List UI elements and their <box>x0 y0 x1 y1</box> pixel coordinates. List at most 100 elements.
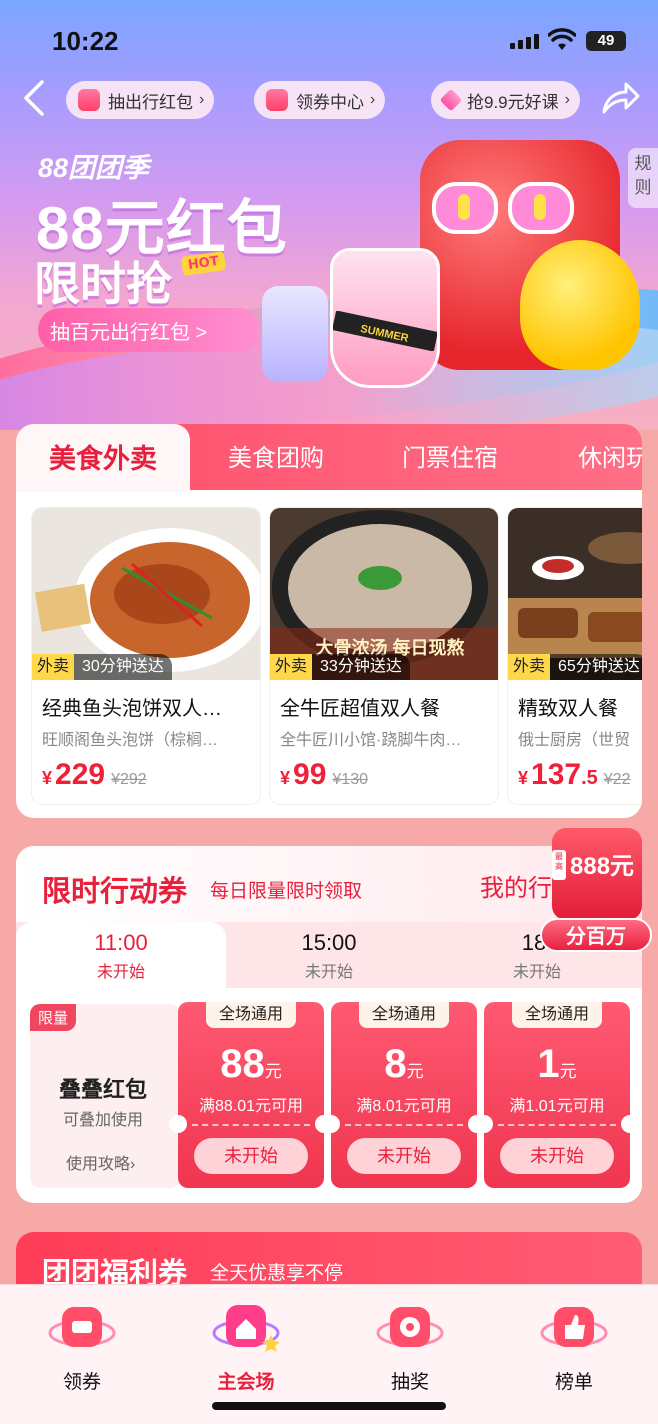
tab-lottery[interactable]: 抽奖 <box>360 1295 460 1394</box>
dish-name: 全牛匠超值双人餐 <box>280 698 440 720</box>
tab-food-group[interactable]: 美食团购 <box>228 424 324 490</box>
coupon-amount: 8元 <box>331 1042 477 1087</box>
diamond-icon <box>439 88 463 112</box>
tab-label: 领券 <box>62 1372 101 1393</box>
slot-time: 11:00 <box>94 930 148 955</box>
tab-ranking[interactable]: 榜单 <box>524 1295 624 1394</box>
delivery-type: 外卖 <box>508 654 551 680</box>
limited-badge: 限量 <box>30 1004 77 1031</box>
ticket-notch <box>169 1115 187 1133</box>
delivery-tag: 外卖 65分钟送达 <box>508 654 642 680</box>
slot-status: 未开始 <box>512 964 561 981</box>
delivery-time: 30分钟送达 <box>74 654 172 680</box>
coupon-ticket: 全场通用 1元 满1.01元可用 未开始 <box>475 1002 639 1188</box>
tab-label: 榜单 <box>554 1372 593 1393</box>
summer-ribbon: SUMMER <box>333 311 437 351</box>
chip-course-deal[interactable]: 抢9.9元好课 › <box>431 81 580 119</box>
currency: ¥ <box>518 768 529 788</box>
food-card[interactable]: 外卖 65分钟送达 精致双人餐 俄士厨房（世贸 ¥ 137 .5 ¥22 <box>508 508 642 804</box>
tab-get-coupons[interactable]: 领券 <box>32 1295 132 1394</box>
rules-tab[interactable]: 规则 <box>628 148 658 208</box>
coupon-condition: 满1.01元可用 <box>509 1098 605 1115</box>
coupon-scope-badge: 全场通用 <box>359 1002 449 1028</box>
split-million-button[interactable]: 分百万 <box>540 918 652 952</box>
chip-coupon-center[interactable]: 领券中心 › <box>254 81 386 119</box>
ticket-divider <box>498 1124 616 1126</box>
robot-illustration <box>262 286 328 382</box>
coupon-condition: 满8.01元可用 <box>356 1098 452 1115</box>
back-arrow-icon[interactable] <box>18 78 52 118</box>
amount-value: 1 <box>537 1042 560 1086</box>
slot-time: 15:00 <box>301 930 357 955</box>
original-price: ¥130 <box>332 771 368 788</box>
price-value: 229 <box>55 758 106 791</box>
time-slot[interactable]: 15:00 未开始 <box>224 922 434 988</box>
chevron-right-icon: › <box>199 91 205 108</box>
tab-label: 抽奖 <box>390 1372 429 1393</box>
not-started-button[interactable]: 未开始 <box>500 1138 614 1174</box>
tab-tickets-hotel[interactable]: 门票住宿 <box>402 424 498 490</box>
drink-cup-illustration: SUMMER <box>330 248 440 388</box>
coupon-amount: 1元 <box>484 1042 630 1087</box>
yellow-mascot-illustration <box>520 240 640 370</box>
max-badge: 最高 <box>552 850 566 880</box>
time-slot[interactable]: 11:00 未开始 <box>16 922 226 988</box>
price-value: 99 <box>293 758 327 791</box>
amount-value: 8 <box>384 1042 407 1086</box>
ticket-notch <box>475 1115 493 1133</box>
price-decimal: .5 <box>581 767 598 789</box>
shop-name: 俄士厨房（世贸 <box>518 732 631 749</box>
floating-redpacket-widget[interactable]: 最高 888元 分百万 <box>540 828 652 954</box>
cellular-signal-icon <box>510 34 539 49</box>
delivery-tag: 外卖 33分钟送达 <box>270 654 410 680</box>
slot-status: 未开始 <box>96 964 145 981</box>
usage-guide-link[interactable]: 使用攻略› <box>66 1150 135 1174</box>
tab-food-delivery[interactable]: 美食外卖 <box>16 424 190 492</box>
coupon-tab-icon <box>48 1307 116 1347</box>
coupon-title: 限时行动券 <box>42 876 188 908</box>
delivery-time: 65分钟送达 <box>550 654 642 680</box>
chip-label: 抢9.9元好课 <box>467 92 559 112</box>
coupon-scope-badge: 全场通用 <box>512 1002 602 1028</box>
tab-leisure[interactable]: 休闲玩 <box>578 424 642 490</box>
chevron-right-icon: › <box>564 91 570 108</box>
welfare-subtitle: 全天优惠享不停 <box>210 1263 344 1284</box>
share-icon[interactable] <box>600 80 640 116</box>
slot-status: 未开始 <box>304 964 353 981</box>
wifi-icon <box>548 28 576 50</box>
rules-label: 规则 <box>634 154 652 197</box>
mascot-glasses-illustration <box>432 182 574 234</box>
thumbs-up-tab-icon <box>540 1307 608 1347</box>
amount-value: 88 <box>220 1042 265 1086</box>
shop-name: 旺顺阁鱼头泡饼（棕榈… <box>42 732 219 749</box>
dish-name: 精致双人餐 <box>518 698 618 720</box>
food-card[interactable]: 大骨浓汤 每日现熬 外卖 33分钟送达 全牛匠超值双人餐 全牛匠川小馆·跷脚牛肉… <box>270 508 498 804</box>
coupon-scope-badge: 全场通用 <box>206 1002 296 1028</box>
tab-label: 主会场 <box>217 1372 275 1393</box>
price: ¥ 137 .5 ¥22 <box>518 758 630 792</box>
currency: ¥ <box>42 768 53 788</box>
food-card[interactable]: 外卖 30分钟送达 经典鱼头泡饼双人… 旺顺阁鱼头泡饼（棕榈… ¥ 229 ¥2… <box>32 508 260 804</box>
stack-name: 叠叠红包 <box>58 1077 147 1102</box>
hero-subtitle: 限时抢 <box>34 258 172 310</box>
draw-travel-redpacket-button[interactable]: 抽百元出行红包 > <box>38 308 260 352</box>
original-price: ¥22 <box>603 771 631 788</box>
chip-travel-redpacket[interactable]: 抽出行红包 › <box>66 81 215 119</box>
redpacket-icon <box>78 89 100 111</box>
status-bar: 10:22 49 <box>0 0 658 80</box>
stack-desc: 可叠加使用 <box>62 1112 143 1129</box>
stack-redpacket-card: 限量 叠叠红包 可叠加使用 使用攻略› <box>30 1004 180 1188</box>
dish-name: 经典鱼头泡饼双人… <box>42 698 222 720</box>
not-started-button[interactable]: 未开始 <box>347 1138 461 1174</box>
tab-main-venue[interactable]: 主会场 <box>196 1295 296 1394</box>
amount-unit: 元 <box>406 1062 424 1081</box>
food-panel: 美食外卖 美食团购 门票住宿 休闲玩 外卖 30分钟送达 经典鱼头泡饼双人… 旺… <box>16 424 642 818</box>
ticket-notch <box>621 1115 639 1133</box>
original-price: ¥292 <box>111 771 147 788</box>
ticket-notch <box>322 1115 340 1133</box>
coupon-amount: 88元 <box>178 1042 324 1087</box>
delivery-time: 33分钟送达 <box>312 654 410 680</box>
shop-name: 全牛匠川小馆·跷脚牛肉… <box>280 732 462 749</box>
chip-label: 抽出行红包 <box>108 92 193 112</box>
not-started-button[interactable]: 未开始 <box>194 1138 308 1174</box>
